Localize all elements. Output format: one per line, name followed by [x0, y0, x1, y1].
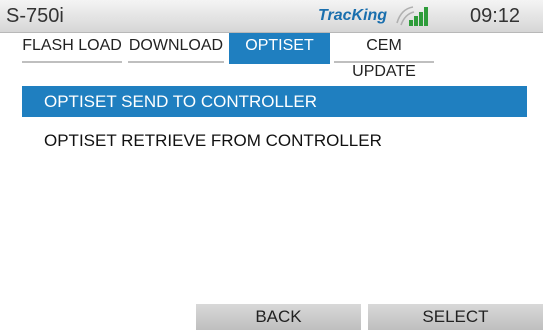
- tab-bar: FLASH LOAD DOWNLOAD OPTISET CEM UPDATE: [0, 33, 543, 80]
- menu-item-send-to-controller[interactable]: OPTISET SEND TO CONTROLLER: [22, 86, 527, 117]
- logo-text: TracKing: [318, 7, 388, 24]
- select-button[interactable]: SELECT: [368, 304, 543, 330]
- signal-bars-icon: [396, 6, 428, 26]
- tab-optiset[interactable]: OPTISET: [229, 33, 330, 64]
- tab-cem-update[interactable]: CEM UPDATE: [334, 33, 434, 80]
- device-name: S-750i: [6, 5, 64, 27]
- menu-list: OPTISET SEND TO CONTROLLER OPTISET RETRI…: [22, 86, 527, 165]
- tab-flash-load[interactable]: FLASH LOAD: [22, 33, 122, 63]
- tab-download[interactable]: DOWNLOAD: [128, 33, 224, 63]
- clock: 09:12: [470, 5, 521, 27]
- back-button[interactable]: BACK: [196, 304, 361, 330]
- status-bar: S-750i TracKing 09:12: [0, 0, 543, 33]
- menu-item-retrieve-from-controller[interactable]: OPTISET RETRIEVE FROM CONTROLLER: [22, 125, 527, 157]
